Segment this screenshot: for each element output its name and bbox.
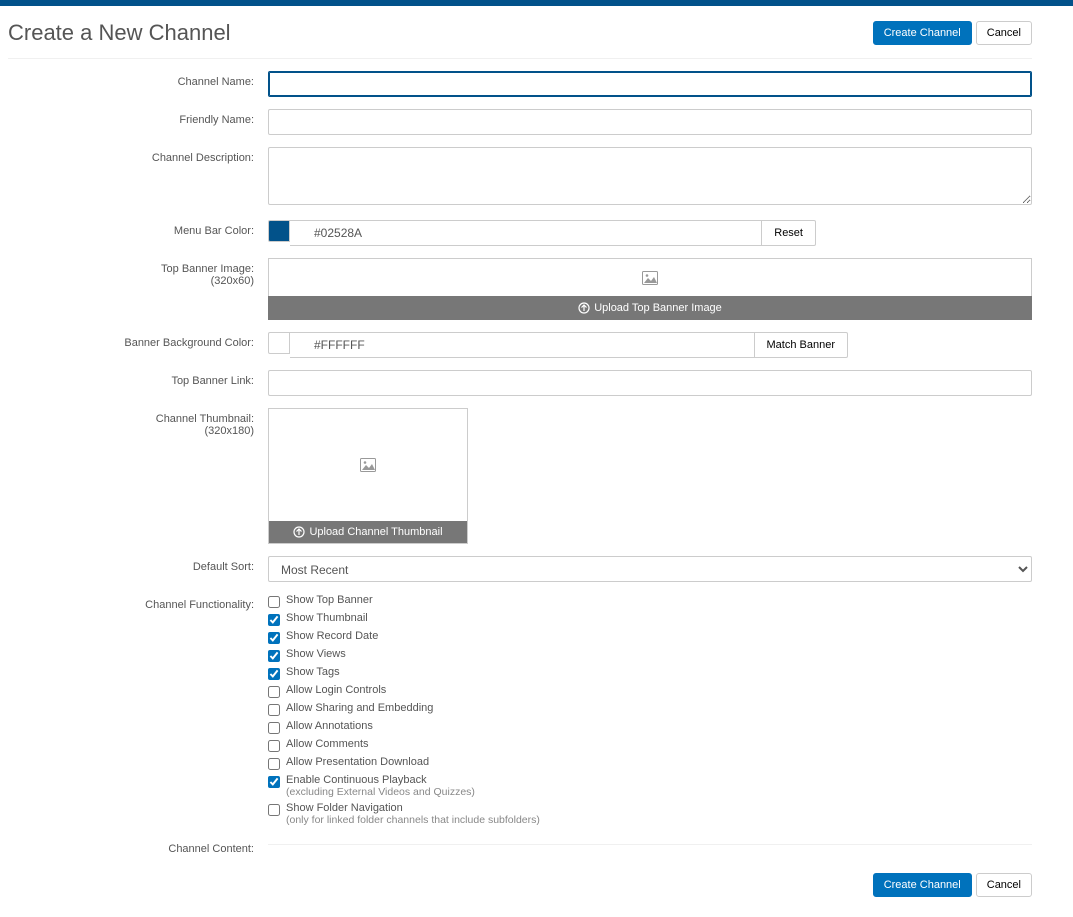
banner-bg-color-swatch[interactable] bbox=[268, 332, 290, 354]
functionality-label: Allow Login Controls bbox=[286, 684, 386, 696]
channel-content-label: Channel Content: bbox=[8, 838, 268, 855]
functionality-label: Show Views bbox=[286, 648, 346, 660]
banner-bg-color-label: Banner Background Color: bbox=[8, 332, 268, 349]
functionality-checkbox[interactable] bbox=[268, 596, 280, 608]
friendly-name-input[interactable] bbox=[268, 109, 1032, 135]
functionality-item[interactable]: Show Folder Navigation(only for linked f… bbox=[268, 802, 1032, 826]
functionality-label: Allow Presentation Download bbox=[286, 756, 429, 768]
cancel-button-top[interactable]: Cancel bbox=[976, 21, 1032, 45]
header-button-row: Create Channel Cancel bbox=[873, 21, 1032, 45]
page-title: Create a New Channel bbox=[8, 20, 231, 46]
functionality-item[interactable]: Show Thumbnail bbox=[268, 612, 1032, 626]
upload-channel-thumbnail-label: Upload Channel Thumbnail bbox=[309, 526, 442, 538]
upload-top-banner-label: Upload Top Banner Image bbox=[594, 302, 722, 314]
functionality-label: Allow Sharing and Embedding bbox=[286, 702, 433, 714]
functionality-item[interactable]: Show Record Date bbox=[268, 630, 1032, 644]
upload-icon bbox=[293, 526, 305, 538]
channel-thumbnail-label-sub: (320x180) bbox=[8, 425, 254, 437]
channel-description-textarea[interactable] bbox=[268, 147, 1032, 205]
upload-icon bbox=[578, 302, 590, 314]
create-channel-button-bottom[interactable]: Create Channel bbox=[873, 873, 972, 897]
functionality-checkbox[interactable] bbox=[268, 668, 280, 680]
match-banner-button[interactable]: Match Banner bbox=[755, 332, 848, 358]
top-banner-image-label-sub: (320x60) bbox=[8, 275, 254, 287]
top-banner-link-label: Top Banner Link: bbox=[8, 370, 268, 387]
channel-thumbnail-label: Channel Thumbnail: (320x180) bbox=[8, 408, 268, 437]
functionality-label: Show Thumbnail bbox=[286, 612, 368, 624]
top-banner-image-label-text: Top Banner Image: bbox=[161, 263, 254, 275]
functionality-checkbox[interactable] bbox=[268, 704, 280, 716]
functionality-checkbox[interactable] bbox=[268, 804, 280, 816]
image-placeholder-icon bbox=[360, 458, 376, 472]
functionality-checkbox[interactable] bbox=[268, 686, 280, 698]
functionality-item[interactable]: Show Tags bbox=[268, 666, 1032, 680]
functionality-checklist: Show Top Banner Show Thumbnail Show Record… bbox=[268, 594, 1032, 826]
functionality-checkbox[interactable] bbox=[268, 776, 280, 788]
functionality-item[interactable]: Allow Login Controls bbox=[268, 684, 1032, 698]
functionality-item[interactable]: Show Top Banner bbox=[268, 594, 1032, 608]
functionality-label: Show Tags bbox=[286, 666, 340, 678]
top-banner-preview bbox=[268, 258, 1032, 296]
functionality-checkbox[interactable] bbox=[268, 650, 280, 662]
functionality-label: Show Record Date bbox=[286, 630, 378, 642]
channel-name-input[interactable] bbox=[268, 71, 1032, 97]
image-placeholder-icon bbox=[642, 271, 658, 285]
default-sort-label: Default Sort: bbox=[8, 556, 268, 573]
default-sort-select[interactable]: Most Recent bbox=[268, 556, 1032, 582]
functionality-checkbox[interactable] bbox=[268, 722, 280, 734]
footer-button-row: Create Channel Cancel bbox=[8, 873, 1032, 897]
functionality-label: Allow Annotations bbox=[286, 720, 373, 732]
top-banner-image-label: Top Banner Image: (320x60) bbox=[8, 258, 268, 287]
top-banner-link-input[interactable] bbox=[268, 370, 1032, 396]
functionality-label: Allow Comments bbox=[286, 738, 369, 750]
functionality-checkbox[interactable] bbox=[268, 632, 280, 644]
functionality-sublabel: (excluding External Videos and Quizzes) bbox=[286, 786, 475, 798]
functionality-label: Show Top Banner bbox=[286, 594, 373, 606]
functionality-label: Enable Continuous Playback(excluding Ext… bbox=[286, 774, 475, 798]
channel-thumbnail-preview bbox=[269, 409, 467, 521]
channel-description-label: Channel Description: bbox=[8, 147, 268, 164]
channel-thumbnail-label-text: Channel Thumbnail: bbox=[156, 413, 254, 425]
functionality-checkbox[interactable] bbox=[268, 740, 280, 752]
channel-functionality-label: Channel Functionality: bbox=[8, 594, 268, 611]
functionality-checkbox[interactable] bbox=[268, 758, 280, 770]
functionality-item[interactable]: Allow Annotations bbox=[268, 720, 1032, 734]
functionality-item[interactable]: Allow Comments bbox=[268, 738, 1032, 752]
functionality-sublabel: (only for linked folder channels that in… bbox=[286, 814, 540, 826]
channel-name-label: Channel Name: bbox=[8, 71, 268, 88]
menu-bar-color-reset-button[interactable]: Reset bbox=[762, 220, 816, 246]
cancel-button-bottom[interactable]: Cancel bbox=[976, 873, 1032, 897]
menu-bar-color-input[interactable] bbox=[290, 220, 762, 246]
functionality-item[interactable]: Show Views bbox=[268, 648, 1032, 662]
channel-content-divider bbox=[268, 844, 1032, 845]
functionality-item[interactable]: Enable Continuous Playback(excluding Ext… bbox=[268, 774, 1032, 798]
create-channel-button-top[interactable]: Create Channel bbox=[873, 21, 972, 45]
upload-top-banner-button[interactable]: Upload Top Banner Image bbox=[268, 296, 1032, 320]
menu-bar-color-label: Menu Bar Color: bbox=[8, 220, 268, 237]
upload-channel-thumbnail-button[interactable]: Upload Channel Thumbnail bbox=[269, 521, 467, 543]
functionality-label: Show Folder Navigation(only for linked f… bbox=[286, 802, 540, 826]
functionality-checkbox[interactable] bbox=[268, 614, 280, 626]
banner-bg-color-input[interactable] bbox=[290, 332, 755, 358]
friendly-name-label: Friendly Name: bbox=[8, 109, 268, 126]
functionality-item[interactable]: Allow Sharing and Embedding bbox=[268, 702, 1032, 716]
menu-bar-color-swatch[interactable] bbox=[268, 220, 290, 242]
functionality-item[interactable]: Allow Presentation Download bbox=[268, 756, 1032, 770]
